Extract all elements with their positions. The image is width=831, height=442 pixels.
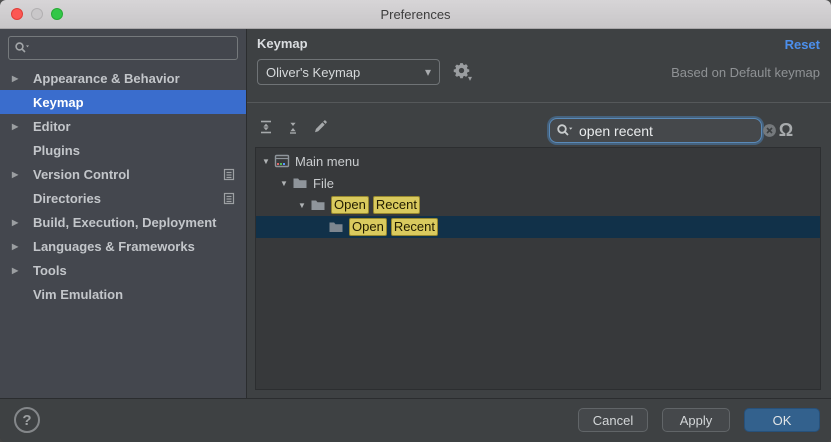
chevron-right-icon[interactable]: ▶ bbox=[12, 74, 33, 83]
action-search-input[interactable] bbox=[577, 122, 762, 140]
action-search-box[interactable] bbox=[549, 118, 762, 143]
search-icon bbox=[14, 41, 30, 55]
expand-all-button[interactable] bbox=[255, 116, 277, 138]
edit-shortcut-button[interactable] bbox=[309, 116, 331, 138]
ok-button[interactable]: OK bbox=[744, 408, 820, 432]
sidebar-search-input[interactable] bbox=[30, 40, 232, 57]
folder-icon bbox=[292, 175, 308, 191]
collapse-all-button[interactable] bbox=[282, 116, 304, 138]
highlight-match: Open bbox=[349, 218, 387, 236]
sidebar-item-build-execution-deployment[interactable]: ▶ Build, Execution, Deployment bbox=[0, 210, 246, 234]
tree-row-file[interactable]: ▼ File bbox=[256, 172, 820, 194]
based-on-label: Based on Default keymap bbox=[671, 65, 820, 80]
sidebar-nav: ▶ Appearance & Behavior Keymap ▶ Editor … bbox=[0, 66, 246, 306]
sidebar-item-version-control[interactable]: ▶ Version Control bbox=[0, 162, 246, 186]
highlight-match: Recent bbox=[391, 218, 438, 236]
window-title: Preferences bbox=[380, 7, 450, 22]
highlighted-label: Open Recent bbox=[327, 196, 420, 214]
chevron-right-icon[interactable]: ▶ bbox=[12, 122, 33, 131]
keymap-settings-button[interactable]: ▾ bbox=[453, 62, 475, 84]
sidebar-item-label: Directories bbox=[33, 191, 101, 206]
sidebar-item-label: Keymap bbox=[33, 95, 84, 110]
window-controls bbox=[11, 0, 63, 28]
tree-row-open-recent-group[interactable]: ▼ Open Recent bbox=[256, 194, 820, 216]
minimize-window-button[interactable] bbox=[31, 8, 43, 20]
sidebar-item-label: Vim Emulation bbox=[33, 287, 123, 302]
tree-row-main-menu[interactable]: ▼ Main menu bbox=[256, 150, 820, 172]
page-title: Keymap bbox=[257, 36, 308, 51]
sidebar-item-label: Appearance & Behavior bbox=[33, 71, 180, 86]
find-actions-by-shortcut-button[interactable]: Ω bbox=[773, 117, 799, 143]
apply-button[interactable]: Apply bbox=[662, 408, 730, 432]
header-separator bbox=[247, 102, 831, 103]
cancel-button[interactable]: Cancel bbox=[578, 408, 648, 432]
expand-all-icon bbox=[258, 119, 274, 135]
chevron-down-icon: ▾ bbox=[425, 65, 431, 79]
sidebar-item-tools[interactable]: ▶ Tools bbox=[0, 258, 246, 282]
chevron-right-icon[interactable]: ▶ bbox=[12, 218, 33, 227]
help-button[interactable]: ? bbox=[14, 407, 40, 433]
folder-icon bbox=[328, 219, 344, 235]
main-menu-icon bbox=[274, 153, 290, 169]
zoom-window-button[interactable] bbox=[51, 8, 63, 20]
keymap-dropdown-value: Oliver's Keymap bbox=[266, 65, 360, 80]
find-by-shortcut-icon: Ω bbox=[779, 120, 793, 141]
chevron-down-icon: ▾ bbox=[468, 74, 472, 83]
close-window-button[interactable] bbox=[11, 8, 23, 20]
chevron-down-icon[interactable]: ▼ bbox=[276, 179, 292, 188]
sidebar-item-label: Build, Execution, Deployment bbox=[33, 215, 216, 230]
chevron-right-icon[interactable]: ▶ bbox=[12, 266, 33, 275]
sidebar-item-keymap[interactable]: Keymap bbox=[0, 90, 246, 114]
sidebar-item-plugins[interactable]: Plugins bbox=[0, 138, 246, 162]
sidebar-item-languages-frameworks[interactable]: ▶ Languages & Frameworks bbox=[0, 234, 246, 258]
sidebar-item-directories[interactable]: Directories bbox=[0, 186, 246, 210]
pencil-icon bbox=[312, 119, 328, 135]
sidebar-item-appearance-behavior[interactable]: ▶ Appearance & Behavior bbox=[0, 66, 246, 90]
search-icon bbox=[556, 123, 574, 138]
tree-node-label: File bbox=[313, 176, 334, 191]
preferences-window: Preferences ▶ Appearance & Behavior Keym… bbox=[0, 0, 831, 442]
tree-row-open-recent-selected[interactable]: Open Recent bbox=[256, 216, 820, 238]
highlight-match: Recent bbox=[373, 196, 420, 214]
per-project-icon bbox=[223, 192, 235, 205]
settings-sidebar: ▶ Appearance & Behavior Keymap ▶ Editor … bbox=[0, 29, 247, 398]
title-bar: Preferences bbox=[0, 0, 831, 29]
sidebar-search-box[interactable] bbox=[8, 36, 238, 60]
sidebar-item-vim-emulation[interactable]: Vim Emulation bbox=[0, 282, 246, 306]
highlight-match: Open bbox=[331, 196, 369, 214]
chevron-right-icon[interactable]: ▶ bbox=[12, 170, 33, 179]
sidebar-item-label: Plugins bbox=[33, 143, 80, 158]
chevron-right-icon[interactable]: ▶ bbox=[12, 242, 33, 251]
highlighted-label: Open Recent bbox=[345, 218, 438, 236]
help-icon: ? bbox=[22, 412, 31, 429]
dialog-footer: ? Cancel Apply OK bbox=[0, 398, 831, 442]
per-project-icon bbox=[223, 168, 235, 181]
chevron-down-icon[interactable]: ▼ bbox=[258, 157, 274, 166]
folder-icon bbox=[310, 197, 326, 213]
sidebar-item-label: Editor bbox=[33, 119, 71, 134]
sidebar-item-label: Version Control bbox=[33, 167, 130, 182]
sidebar-item-label: Tools bbox=[33, 263, 67, 278]
tree-node-label: Main menu bbox=[295, 154, 359, 169]
reset-link[interactable]: Reset bbox=[785, 37, 820, 52]
collapse-all-icon bbox=[285, 119, 301, 135]
keymap-panel: Keymap Reset Oliver's Keymap ▾ ▾ Based o… bbox=[247, 29, 831, 398]
keymap-tree: ▼ Main menu ▼ File ▼ bbox=[255, 147, 821, 390]
chevron-down-icon[interactable]: ▼ bbox=[294, 201, 310, 210]
keymap-dropdown[interactable]: Oliver's Keymap ▾ bbox=[257, 59, 440, 85]
sidebar-item-label: Languages & Frameworks bbox=[33, 239, 195, 254]
sidebar-item-editor[interactable]: ▶ Editor bbox=[0, 114, 246, 138]
